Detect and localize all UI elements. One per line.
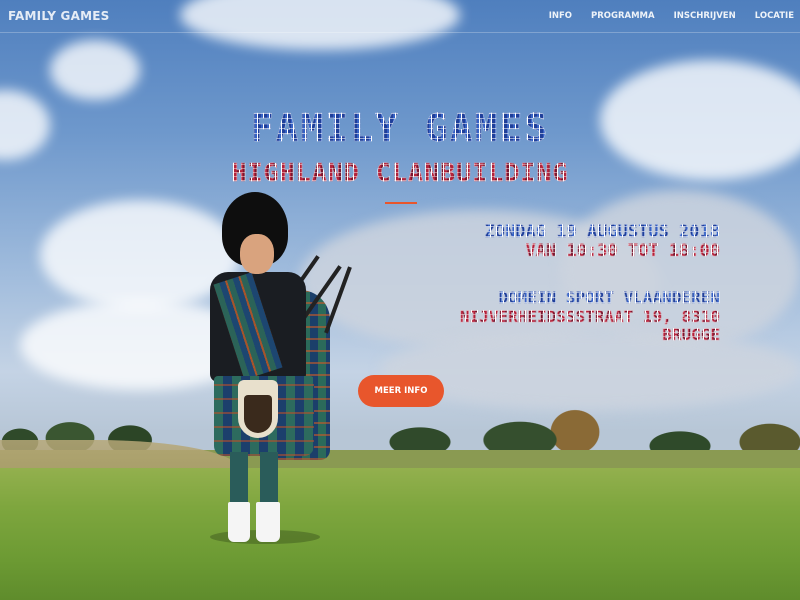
piper-spat-right: [256, 502, 280, 542]
cloud: [380, 330, 800, 410]
event-date: ZONDAG 19 AUGUSTUS 2018: [484, 222, 720, 243]
event-time: VAN 10:30 TOT 18:00: [525, 241, 720, 262]
meer-info-button[interactable]: MEER INFO: [358, 375, 444, 407]
piper-hose-left: [230, 452, 248, 502]
piper-face: [240, 234, 274, 274]
hero-subtitle: HIGHLAND CLANBUILDING: [0, 157, 800, 189]
grass-field: [0, 468, 800, 600]
piper-spat-left: [228, 502, 250, 542]
nav-link-info[interactable]: INFO: [549, 11, 572, 21]
cloud: [50, 40, 140, 100]
bagpipe-drone: [324, 266, 352, 334]
nav-links: INFO PROGRAMMA INSCHRIJVEN LOCATIE: [549, 11, 794, 21]
hero-title: FAMILY GAMES: [0, 107, 800, 149]
nav-link-inschrijven[interactable]: INSCHRIJVEN: [674, 11, 736, 21]
bagpiper-figure: [200, 190, 370, 550]
event-street: NIJVERHEIDSSSTRAAT 19, 8310: [459, 307, 720, 327]
event-venue: DOMEIN SPORT VLAANDEREN: [498, 288, 720, 308]
piper-sporran-pouch: [244, 395, 272, 433]
title-divider: [385, 202, 417, 204]
event-city: BRUGGE: [662, 325, 720, 345]
piper-hose-right: [260, 452, 278, 502]
brand-logo-link[interactable]: FAMILY GAMES: [8, 9, 109, 23]
nav-link-locatie[interactable]: LOCATIE: [755, 11, 794, 21]
top-navbar: FAMILY GAMES INFO PROGRAMMA INSCHRIJVEN …: [0, 0, 800, 33]
nav-link-programma[interactable]: PROGRAMMA: [591, 11, 655, 21]
